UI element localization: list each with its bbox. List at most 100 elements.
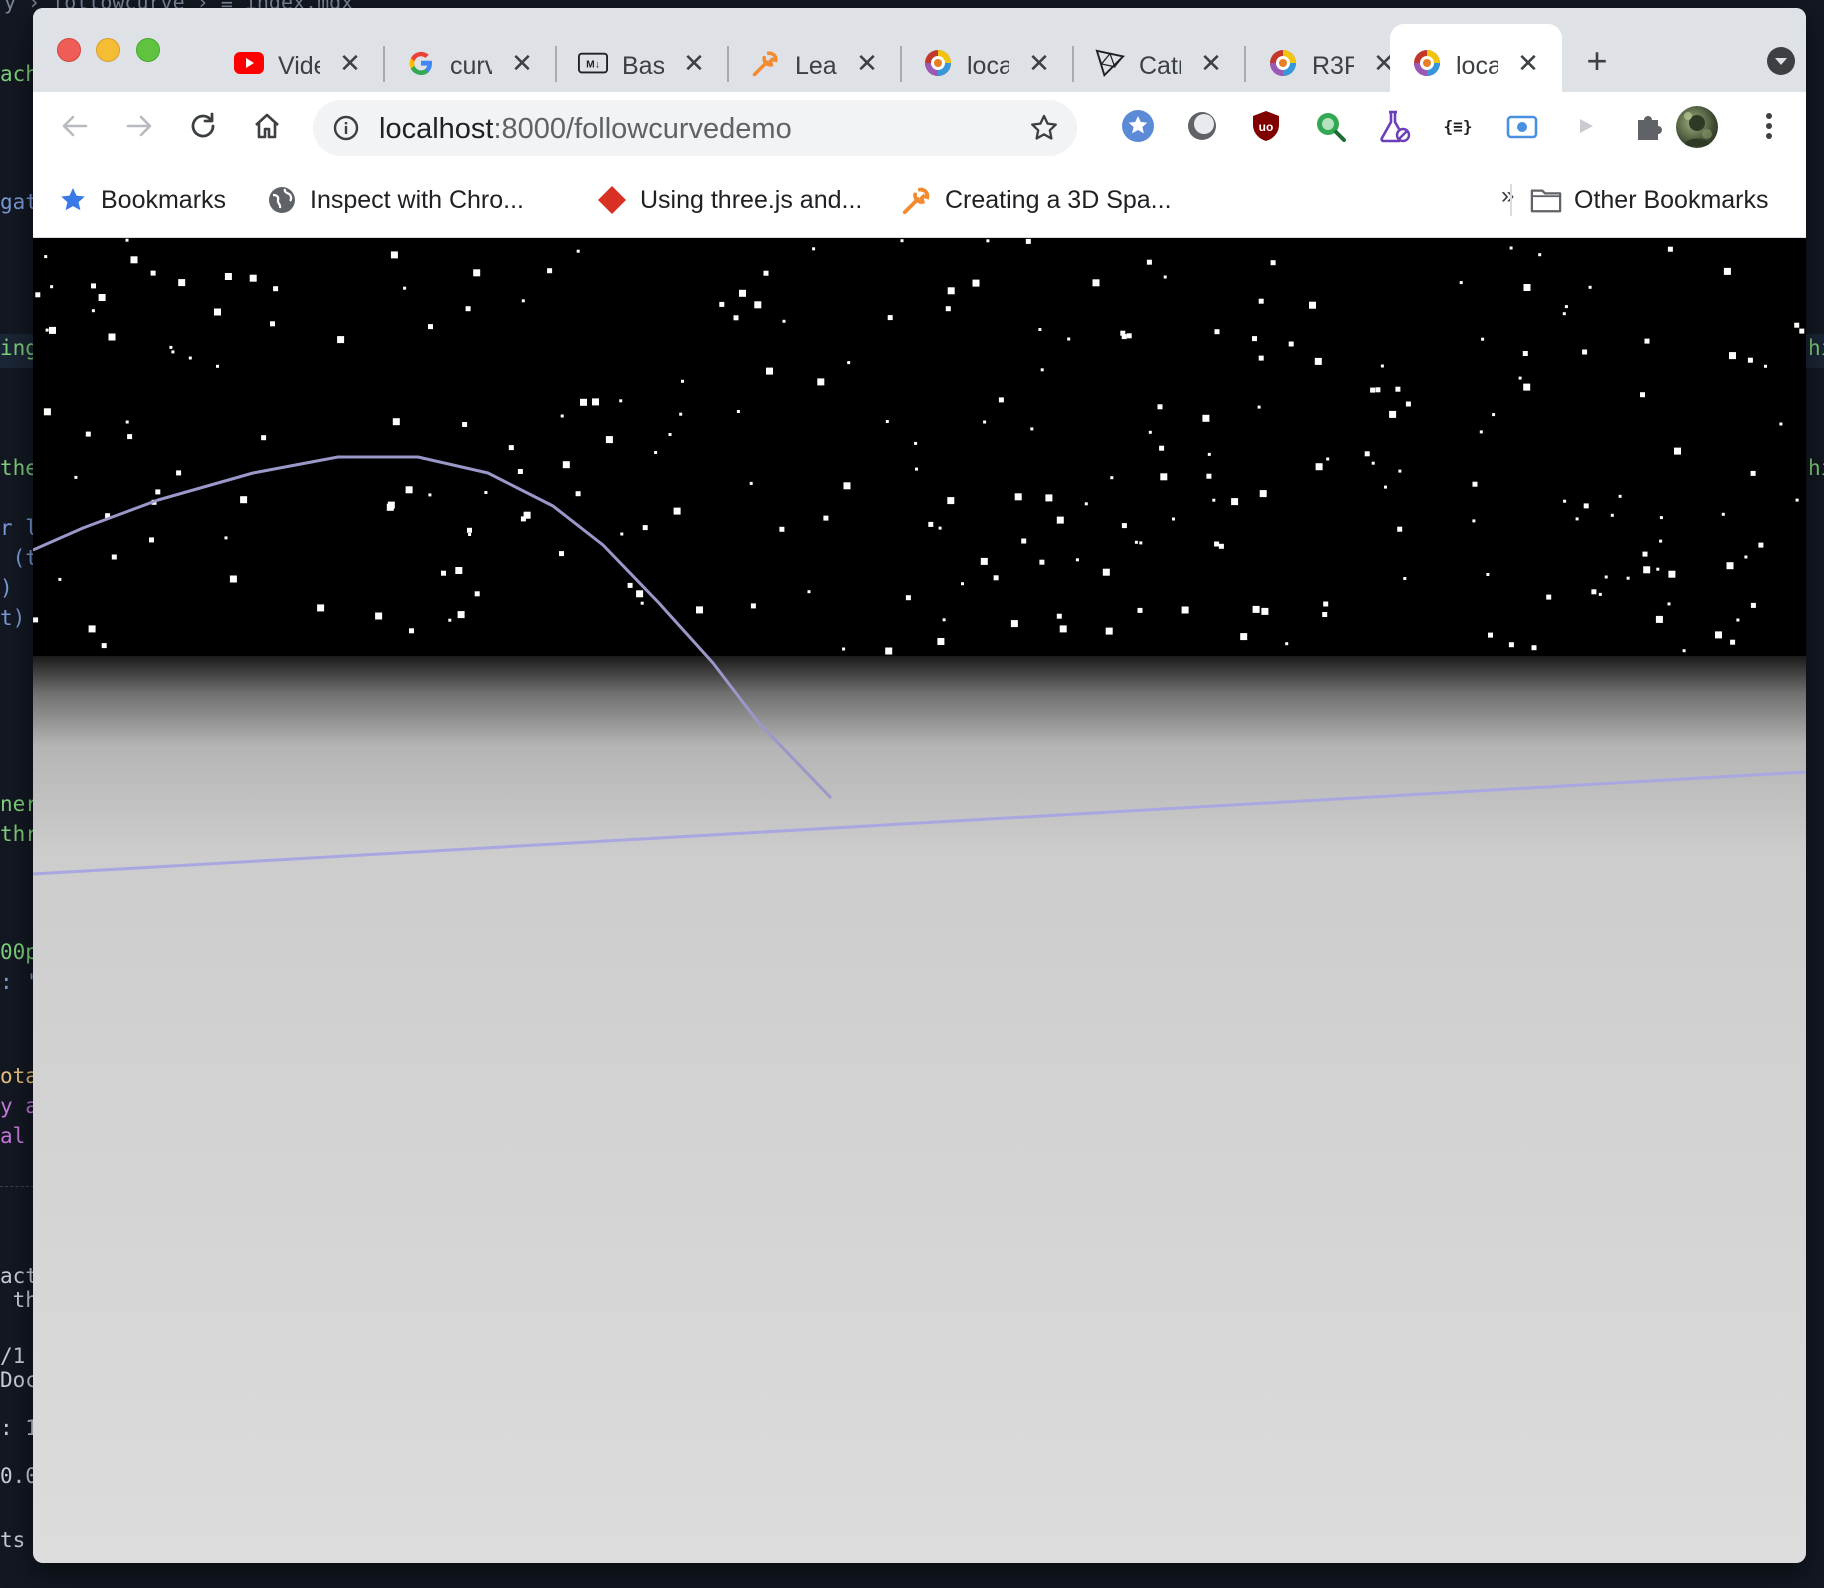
star bbox=[592, 398, 599, 406]
star bbox=[1258, 298, 1264, 304]
star bbox=[1523, 383, 1531, 391]
diamond-icon bbox=[596, 184, 628, 216]
star bbox=[1030, 427, 1034, 431]
circle-extension-icon[interactable] bbox=[1184, 108, 1220, 144]
star bbox=[560, 414, 564, 418]
bookmark-star-extension-icon[interactable] bbox=[1120, 108, 1156, 144]
star bbox=[1045, 494, 1053, 502]
flask-icon[interactable] bbox=[1376, 108, 1412, 144]
ublock-icon[interactable]: uo bbox=[1248, 108, 1284, 144]
star bbox=[1160, 473, 1168, 481]
star bbox=[1486, 573, 1490, 576]
star bbox=[1059, 625, 1067, 633]
star bbox=[484, 491, 488, 494]
browser-tab[interactable]: Learn ✕ bbox=[729, 24, 902, 92]
bookmark-label: Creating a 3D Spa... bbox=[945, 185, 1172, 214]
tab-close-icon[interactable]: ✕ bbox=[853, 49, 881, 77]
play-extension-icon[interactable] bbox=[1568, 108, 1604, 144]
star bbox=[125, 238, 129, 242]
star bbox=[1389, 410, 1397, 418]
star bbox=[428, 324, 433, 330]
site-info-icon[interactable] bbox=[333, 115, 359, 141]
profile-avatar[interactable] bbox=[1676, 106, 1718, 148]
bookmark-star-icon[interactable] bbox=[1029, 113, 1059, 143]
browser-tab[interactable]: Video ✕ bbox=[212, 24, 385, 92]
window-minimize-button[interactable] bbox=[96, 38, 120, 62]
tab-close-icon[interactable]: ✕ bbox=[1197, 49, 1225, 77]
star bbox=[1314, 357, 1322, 365]
star bbox=[1258, 355, 1264, 361]
star bbox=[523, 511, 531, 519]
star bbox=[972, 279, 980, 287]
star bbox=[1137, 607, 1143, 613]
tab-close-icon[interactable]: ✕ bbox=[336, 49, 364, 77]
browser-tab[interactable]: curve ✕ bbox=[384, 24, 557, 92]
star bbox=[1384, 485, 1387, 489]
star bbox=[58, 577, 62, 581]
bookmark-label: Inspect with Chro... bbox=[310, 185, 524, 214]
tab-close-icon[interactable]: ✕ bbox=[508, 49, 536, 77]
star bbox=[1518, 376, 1522, 380]
window-maximize-button[interactable] bbox=[136, 38, 160, 62]
star bbox=[1121, 523, 1127, 529]
browser-tab[interactable]: Catmull ✕ bbox=[1073, 24, 1246, 92]
star bbox=[749, 481, 753, 485]
tab-search-icon[interactable] bbox=[1767, 47, 1795, 75]
star bbox=[1522, 351, 1528, 356]
json-formatter-icon[interactable]: {≡} bbox=[1440, 108, 1476, 144]
url-text[interactable]: localhost:8000/followcurvedemo bbox=[379, 113, 792, 146]
bookmark-bookmarks[interactable]: Bookmarks bbox=[57, 182, 226, 218]
tab-close-icon[interactable]: ✕ bbox=[680, 49, 708, 77]
bookmark-using-threejs[interactable]: Using three.js and... bbox=[596, 182, 862, 218]
home-button[interactable] bbox=[247, 106, 287, 146]
star bbox=[1252, 336, 1257, 342]
star bbox=[1604, 575, 1608, 579]
star bbox=[1370, 387, 1376, 393]
window-close-button[interactable] bbox=[57, 38, 81, 62]
wrench-icon bbox=[751, 50, 781, 77]
star bbox=[620, 532, 624, 536]
forward-button[interactable] bbox=[119, 106, 159, 146]
back-button[interactable] bbox=[55, 106, 95, 146]
star bbox=[1564, 305, 1568, 309]
star bbox=[1105, 627, 1113, 635]
browser-tab[interactable]: M↓ Basic ✕ bbox=[556, 24, 729, 92]
bookmarks-divider bbox=[1510, 184, 1512, 216]
star bbox=[448, 618, 452, 622]
tab-close-icon[interactable]: ✕ bbox=[1025, 49, 1053, 77]
bookmark-creating-3d-space[interactable]: Creating a 3D Spa... bbox=[901, 182, 1172, 218]
search-extension-icon[interactable] bbox=[1312, 108, 1348, 144]
star bbox=[887, 315, 893, 321]
browser-tab[interactable]: local ✕ bbox=[901, 24, 1074, 92]
puzzle-icon[interactable] bbox=[1630, 108, 1666, 144]
address-bar[interactable]: localhost:8000/followcurvedemo bbox=[313, 100, 1077, 156]
webgl-canvas[interactable] bbox=[33, 238, 1806, 1563]
new-tab-button[interactable]: + bbox=[1581, 43, 1613, 79]
tab-close-icon[interactable]: ✕ bbox=[1514, 49, 1542, 77]
star bbox=[1172, 517, 1175, 521]
browser-tab-active[interactable]: local ✕ bbox=[1390, 24, 1562, 92]
star bbox=[1488, 632, 1493, 638]
reload-button[interactable] bbox=[183, 106, 223, 146]
star bbox=[1659, 539, 1663, 543]
screen-capture-icon[interactable] bbox=[1504, 108, 1540, 144]
star bbox=[1056, 516, 1064, 524]
svg-text:uo: uo bbox=[1259, 120, 1274, 134]
star bbox=[150, 270, 156, 276]
star bbox=[1472, 481, 1478, 487]
star bbox=[1010, 620, 1018, 628]
other-bookmarks[interactable]: Other Bookmarks bbox=[1530, 182, 1769, 218]
star bbox=[127, 434, 133, 440]
star bbox=[1261, 607, 1269, 615]
bookmarks-overflow-button[interactable]: » bbox=[1501, 182, 1514, 210]
star bbox=[1531, 645, 1537, 651]
browser-menu-icon[interactable] bbox=[1759, 106, 1779, 146]
star bbox=[44, 255, 48, 259]
star bbox=[91, 309, 95, 313]
star bbox=[1375, 387, 1381, 393]
star bbox=[1588, 285, 1592, 289]
bookmark-inspect-with-chrome[interactable]: Inspect with Chro... bbox=[266, 182, 524, 218]
reload-icon bbox=[191, 112, 215, 138]
star bbox=[428, 493, 432, 497]
home-icon bbox=[255, 113, 279, 139]
